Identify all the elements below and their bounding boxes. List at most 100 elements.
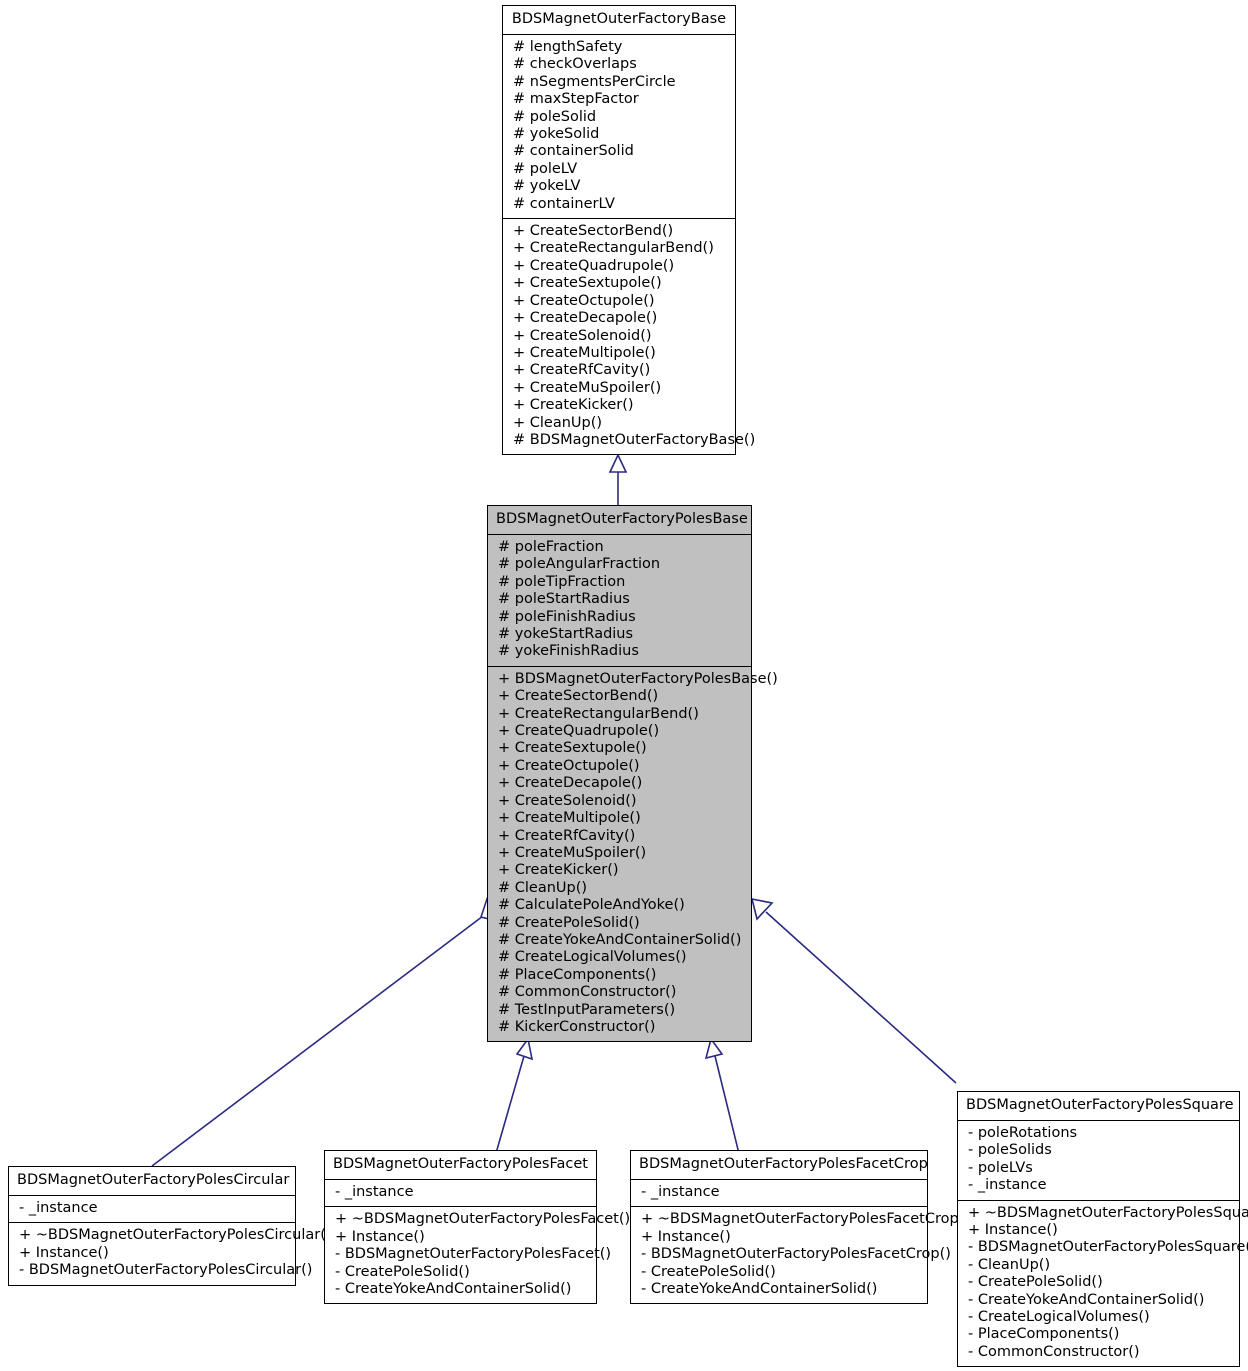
attribute-row: # containerSolid <box>513 143 634 160</box>
method-row: + BDSMagnetOuterFactoryPolesBase() <box>498 670 778 687</box>
methods-section-polesfacetcrop: + ~BDSMagnetOuterFactoryPolesFacetCrop()… <box>631 1207 970 1303</box>
method-row: + CreateRfCavity() <box>498 827 636 844</box>
methods-section-polescircular: + ~BDSMagnetOuterFactoryPolesCircular() … <box>9 1223 332 1284</box>
attribute-row: # yokeStartRadius <box>498 626 634 643</box>
method-row: + CreateMultipole() <box>513 344 656 361</box>
method-row: - CommonConstructor() <box>968 1343 1140 1360</box>
method-row: + Instance() <box>641 1228 731 1245</box>
attribute-row: - poleLVs <box>968 1159 1033 1176</box>
method-row: # CleanUp() <box>498 879 588 896</box>
method-row: + ~BDSMagnetOuterFactoryPolesFacet() <box>335 1211 631 1228</box>
attribute-row: - _instance <box>19 1200 98 1216</box>
method-row: + CreateSextupole() <box>513 275 662 292</box>
method-row: # BDSMagnetOuterFactoryBase() <box>513 431 756 448</box>
methods-section-polesfacet: + ~BDSMagnetOuterFactoryPolesFacet() + I… <box>325 1207 631 1303</box>
class-title-polessquare: BDSMagnetOuterFactoryPolesSquare <box>966 1097 1234 1113</box>
method-row: - CreatePoleSolid() <box>335 1263 470 1280</box>
method-row: # CreatePoleSolid() <box>498 914 640 931</box>
method-row: # PlaceComponents() <box>498 966 657 983</box>
method-row: + CreateRfCavity() <box>513 362 651 379</box>
method-row: - CreateYokeAndContainerSolid() <box>641 1281 878 1298</box>
method-row: + CreateOctupole() <box>513 292 655 309</box>
method-row: - BDSMagnetOuterFactoryPolesCircular() <box>19 1262 313 1279</box>
method-row: + CreateRectangularBend() <box>498 705 699 722</box>
attribute-row: # poleTipFraction <box>498 573 626 590</box>
class-box-bdsmagnetouterfactorybase[interactable]: BDSMagnetOuterFactoryBase # lengthSafety… <box>502 5 756 456</box>
class-title-base: BDSMagnetOuterFactoryBase <box>511 11 727 27</box>
methods-section-base: + CreateSectorBend() + CreateRectangular… <box>503 219 756 454</box>
method-row: - CleanUp() <box>968 1256 1051 1273</box>
method-row: + CreateKicker() <box>498 862 619 879</box>
attributes-section-polesbase: # poleFraction # poleAngularFraction # p… <box>488 535 751 666</box>
method-row: - CreateLogicalVolumes() <box>968 1309 1150 1326</box>
method-row: - CreateYokeAndContainerSolid() <box>335 1281 572 1298</box>
method-row: + CreateDecapole() <box>513 310 658 327</box>
method-row: + CreateKicker() <box>513 397 634 414</box>
method-row: + Instance() <box>968 1222 1058 1239</box>
method-row: + CreateMultipole() <box>498 810 641 827</box>
attribute-row: - _instance <box>968 1177 1047 1194</box>
method-row: + Instance() <box>19 1244 109 1261</box>
method-row: + CreateSolenoid() <box>513 327 652 344</box>
method-row: + ~BDSMagnetOuterFactoryPolesFacetCrop() <box>641 1211 970 1228</box>
attribute-row: - poleSolids <box>968 1142 1052 1159</box>
edge-polesbase-to-base <box>608 453 628 505</box>
method-row: + CreateDecapole() <box>498 775 643 792</box>
method-row: + CreateQuadrupole() <box>513 257 675 274</box>
methods-section-polessquare: + ~BDSMagnetOuterFactoryPolesSquare() + … <box>958 1201 1248 1367</box>
class-title-polesfacet: BDSMagnetOuterFactoryPolesFacet <box>333 1156 588 1172</box>
method-row: + CreateSectorBend() <box>513 223 674 240</box>
attributes-section-polescircular: - _instance <box>9 1196 295 1222</box>
attribute-row: # yokeSolid <box>513 126 600 143</box>
attribute-row: # poleLV <box>513 160 578 177</box>
method-row: - CreatePoleSolid() <box>641 1263 776 1280</box>
class-title-polesfacetcrop: BDSMagnetOuterFactoryPolesFacetCrop <box>639 1156 928 1172</box>
edge-polescircular-to-polesbase <box>151 896 499 1167</box>
attributes-section-polesfacet: - _instance <box>325 1180 596 1206</box>
attribute-row: # nSegmentsPerCircle <box>513 73 676 90</box>
method-row: + CreateSolenoid() <box>498 792 637 809</box>
method-row: - BDSMagnetOuterFactoryPolesFacet() <box>335 1246 612 1263</box>
method-row: - CreateYokeAndContainerSolid() <box>968 1291 1205 1308</box>
class-box-bdsmagnetouterfactorypolessquare[interactable]: BDSMagnetOuterFactoryPolesSquare - poleR… <box>957 1091 1248 1368</box>
method-row: # CalculatePoleAndYoke() <box>498 897 685 914</box>
method-row: - PlaceComponents() <box>968 1326 1120 1343</box>
method-row: + CleanUp() <box>513 414 603 431</box>
method-row: # KickerConstructor() <box>498 1018 656 1035</box>
attribute-row: # maxStepFactor <box>513 91 639 108</box>
method-row: + ~BDSMagnetOuterFactoryPolesSquare() <box>968 1204 1248 1221</box>
attribute-row: - _instance <box>641 1184 720 1200</box>
attribute-row: - poleRotations <box>968 1125 1078 1141</box>
method-row: - CreatePoleSolid() <box>968 1274 1103 1291</box>
class-diagram-canvas: BDSMagnetOuterFactoryBase # lengthSafety… <box>0 0 1248 1371</box>
method-row: + Instance() <box>335 1228 425 1245</box>
attribute-row: # yokeLV <box>513 178 581 195</box>
method-row: - BDSMagnetOuterFactoryPolesFacetCrop() <box>641 1246 951 1263</box>
method-row: + CreateSectorBend() <box>498 688 659 705</box>
class-box-bdsmagnetouterfactorypolesfacet[interactable]: BDSMagnetOuterFactoryPolesFacet - _insta… <box>324 1150 631 1305</box>
attributes-section-polessquare: - poleRotations - poleSolids - poleLVs -… <box>958 1121 1239 1200</box>
class-box-bdsmagnetouterfactorypolesbase[interactable]: BDSMagnetOuterFactoryPolesBase # poleFra… <box>487 505 778 1043</box>
edge-polessquare-to-polesbase <box>750 897 957 1084</box>
class-box-bdsmagnetouterfactorypolescircular[interactable]: BDSMagnetOuterFactoryPolesCircular - _in… <box>8 1166 332 1286</box>
class-box-bdsmagnetouterfactorypolesfacetcrop[interactable]: BDSMagnetOuterFactoryPolesFacetCrop - _i… <box>630 1150 970 1305</box>
attribute-row: # poleStartRadius <box>498 591 630 608</box>
method-row: + CreateMuSpoiler() <box>513 379 662 396</box>
attribute-row: # lengthSafety <box>513 39 623 55</box>
attribute-row: # yokeFinishRadius <box>498 643 639 660</box>
method-row: # CreateYokeAndContainerSolid() <box>498 931 742 948</box>
method-row: + CreateSextupole() <box>498 740 647 757</box>
method-row: + CreateMuSpoiler() <box>498 844 647 861</box>
method-row: # CommonConstructor() <box>498 984 677 1001</box>
class-title-polesbase: BDSMagnetOuterFactoryPolesBase <box>496 511 748 527</box>
method-row: # CreateLogicalVolumes() <box>498 949 687 966</box>
method-row: + ~BDSMagnetOuterFactoryPolesCircular() <box>19 1227 332 1244</box>
method-row: - BDSMagnetOuterFactoryPolesSquare() <box>968 1239 1248 1256</box>
attribute-row: # poleSolid <box>513 108 597 125</box>
attribute-row: # poleFraction <box>498 539 604 555</box>
attribute-row: # poleAngularFraction <box>498 556 661 573</box>
attributes-section-polesfacetcrop: - _instance <box>631 1180 927 1206</box>
attribute-row: - _instance <box>335 1184 414 1200</box>
attribute-row: # checkOverlaps <box>513 56 637 73</box>
attribute-row: # containerLV <box>513 195 615 212</box>
